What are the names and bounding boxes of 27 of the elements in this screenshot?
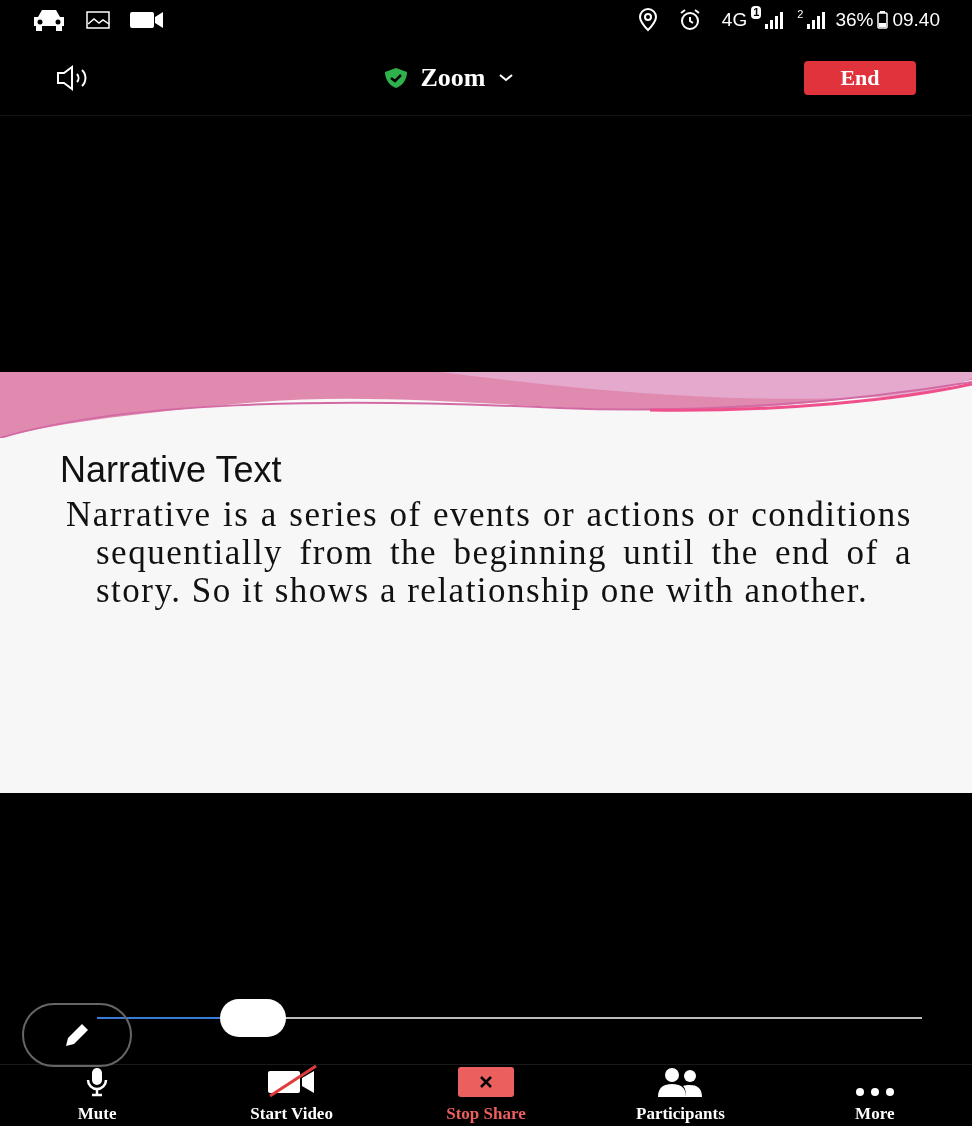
slider-thumb[interactable] xyxy=(220,999,287,1037)
toolbar-button[interactable]: Participants xyxy=(583,1065,778,1126)
toolbar-button[interactable]: Mute xyxy=(0,1065,195,1126)
sim-badge: 1 xyxy=(751,5,762,19)
video-camera-icon xyxy=(130,11,164,29)
stop-share-icon xyxy=(458,1067,514,1097)
network-type: 4G xyxy=(721,7,748,32)
car-icon xyxy=(32,9,66,31)
clock-time: 09.40 xyxy=(892,7,940,32)
battery-percent: 36% xyxy=(835,7,874,32)
toolbar-button[interactable]: Start Video xyxy=(194,1065,389,1126)
sim-number: 2 xyxy=(797,6,804,22)
annotate-button[interactable] xyxy=(22,1003,132,1067)
toolbar-button[interactable]: Stop Share xyxy=(388,1065,584,1126)
slide-body: Narrative is a series of events or actions or conditions sequentially from the beginning until the end of a story. So it shows a relationship one with another. xyxy=(65,496,912,610)
more-icon xyxy=(854,1087,895,1097)
battery-icon xyxy=(877,11,889,29)
shield-check-icon xyxy=(382,66,409,89)
toolbar-button[interactable]: More xyxy=(777,1065,972,1126)
chevron-down-icon xyxy=(497,72,514,83)
end-button[interactable]: End xyxy=(804,60,916,95)
slide-title: Narrative Text xyxy=(60,448,283,492)
meeting-title-button[interactable]: Zoom xyxy=(420,58,514,97)
signal-icon xyxy=(765,11,786,29)
signal-icon xyxy=(807,11,828,29)
image-icon xyxy=(86,11,110,29)
location-icon xyxy=(637,8,658,32)
